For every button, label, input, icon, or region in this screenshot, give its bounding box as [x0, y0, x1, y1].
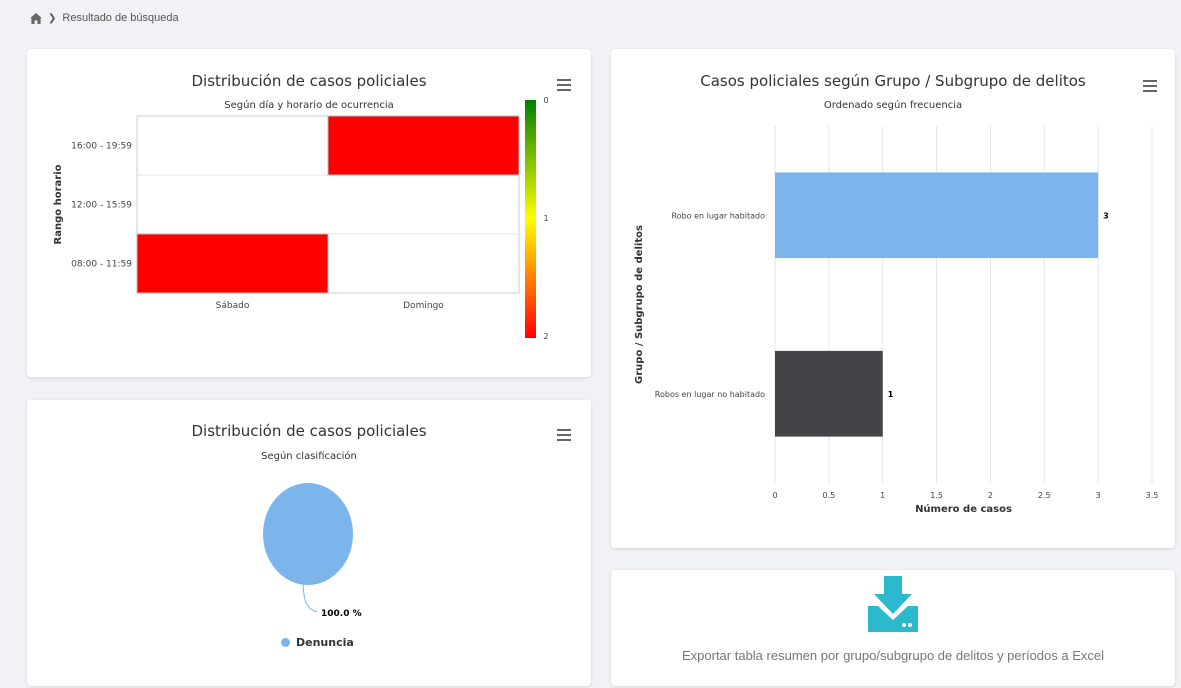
heatmap-y-tick-label: 12:00 - 15:59: [71, 201, 132, 211]
heatmap-y-axis-title: Rango horario: [53, 164, 64, 244]
pie-legend-item[interactable]: Denuncia: [281, 636, 354, 649]
pie-data-label: 100.0 %: [321, 609, 362, 619]
bar-data-label: 3: [1103, 211, 1109, 220]
export-card[interactable]: Exportar tabla resumen por grupo/subgrup…: [611, 570, 1175, 686]
bar-x-tick-label: 3.5: [1146, 491, 1159, 500]
heatmap-chart: 08:00 - 11:59 12:00 - 15:59 16:00 - 19:59 S…: [53, 96, 549, 341]
heatmap-card: Distribución de casos policiales Según d…: [27, 49, 591, 377]
heatmap-cell: [136, 233, 329, 294]
bar-x-tick-label: 2: [988, 491, 993, 500]
heatmap-color-axis: [525, 100, 536, 338]
bar-y-axis-title: Grupo / Subgrupo de delitos: [634, 225, 645, 384]
home-icon[interactable]: [30, 12, 42, 24]
bar-x-tick-label: 2.5: [1038, 491, 1051, 500]
heatmap-x-tick-label: Sábado: [216, 301, 250, 311]
legend-label: Denuncia: [296, 636, 354, 649]
heatmap-y-tick-label: 08:00 - 11:59: [71, 260, 132, 270]
bar-x-tick-label: 0: [772, 491, 777, 500]
bar-category-label: Robos en lugar no habitado: [655, 390, 765, 399]
heatmap-color-axis-label: 1: [543, 214, 548, 223]
bar-x-tick-label: 3: [1096, 491, 1101, 500]
bar-rect: [775, 350, 883, 437]
bar-rect: [775, 172, 1099, 259]
heatmap-subtitle: Según día y horario de ocurrencia: [224, 100, 394, 111]
pie-data-label-connector: [302, 583, 318, 613]
chevron-right-icon: ❯: [48, 12, 57, 24]
breadcrumb-current: Resultado de búsqueda: [62, 12, 179, 24]
bar-data-label: 1: [888, 390, 894, 399]
bar-chart: 0 0.5 1 1.5 2 2.5 3 3.5 Robo en lugar habitado 3 R…: [634, 126, 1159, 515]
download-icon[interactable]: [868, 576, 918, 632]
bar-category-label: Robo en lugar habitado: [671, 211, 765, 220]
bar-card: Casos policiales según Grupo / Subgrupo …: [611, 49, 1175, 548]
bar-x-tick-label: 1.5: [930, 491, 943, 500]
pie-card: Distribución de casos policiales Según c…: [27, 400, 591, 686]
breadcrumb: ❯ Resultado de búsqueda: [30, 12, 179, 24]
heatmap-color-axis-label: 2: [543, 332, 548, 341]
bar-x-tick-label: 1: [880, 491, 885, 500]
heatmap-title: Distribución de casos policiales: [191, 72, 427, 90]
heatmap-menu-button[interactable]: [557, 79, 571, 91]
heatmap-x-tick-label: Domingo: [403, 301, 444, 311]
bar-x-tick-label: 0.5: [822, 491, 835, 500]
heatmap-cell: [327, 115, 520, 176]
heatmap-y-tick-label: 16:00 - 19:59: [71, 142, 132, 152]
pie-slice: [263, 483, 353, 585]
bar-x-axis-title: Número de casos: [915, 503, 1012, 515]
export-excel-link[interactable]: Exportar tabla resumen por grupo/subgrup…: [611, 648, 1175, 663]
legend-dot: [281, 638, 290, 647]
heatmap-plot-area: [136, 115, 520, 294]
